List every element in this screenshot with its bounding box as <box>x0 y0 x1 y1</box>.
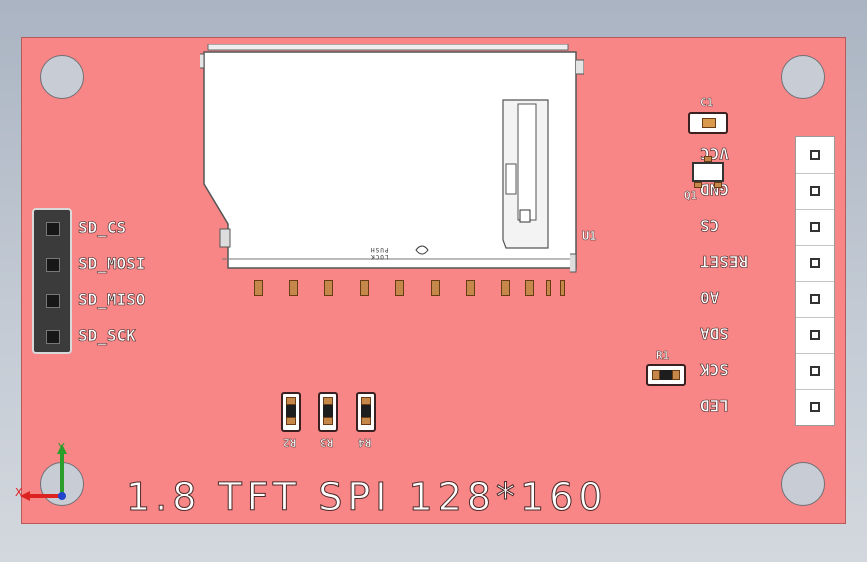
resistor-r2 <box>281 392 301 432</box>
lcd-header-pin <box>810 294 820 304</box>
lcd-header-slot <box>796 391 834 426</box>
sd-label-mosi: SD_MOSI <box>78 254 146 274</box>
socket-pin <box>431 280 440 296</box>
lcd-header-slot <box>796 283 834 318</box>
capacitor-c1 <box>688 112 728 134</box>
lcd-header-pin <box>810 186 820 196</box>
mounting-hole-bottom-right <box>781 462 825 506</box>
sd-header-pin <box>46 222 60 236</box>
lcd-header-pin <box>810 150 820 160</box>
socket-pin <box>546 280 551 296</box>
lcd-header-slot <box>796 139 834 174</box>
socket-pin <box>525 280 534 296</box>
lcd-label-vcc: VCC <box>700 144 730 164</box>
resistor-body <box>323 405 333 417</box>
lcd-header-slot <box>796 319 834 354</box>
lcd-header-slot <box>796 211 834 246</box>
resistor-body <box>660 370 672 380</box>
sd-label-cs: SD_CS <box>78 218 127 238</box>
lcd-header-slot <box>796 247 834 282</box>
lcd-label-sda: SDA <box>700 324 730 344</box>
z-axis-dot <box>58 492 66 500</box>
socket-pin <box>360 280 369 296</box>
socket-pin <box>560 280 565 296</box>
resistor-pad <box>672 370 680 380</box>
lcd-header-slot <box>796 175 834 210</box>
lcd-header-pin <box>810 258 820 268</box>
sd-label-miso: SD_MISO <box>78 290 146 310</box>
transistor-pad <box>714 182 722 188</box>
ref-r4: R4 <box>358 436 372 449</box>
resistor-pad <box>361 417 371 425</box>
ref-u1: U1 <box>582 229 597 243</box>
ref-c1: C1 <box>700 96 714 109</box>
capacitor-pad <box>702 118 716 128</box>
transistor-body <box>692 162 724 182</box>
lcd-header-pin <box>810 330 820 340</box>
resistor-pad <box>286 417 296 425</box>
resistor-pad <box>286 397 296 405</box>
mounting-hole-top-left <box>40 55 84 99</box>
lcd-label-sck: SCK <box>700 360 730 380</box>
socket-lock-label: LOCK PUSH <box>370 246 389 260</box>
socket-pin <box>466 280 475 296</box>
sd-pin-header <box>32 208 72 354</box>
sd-header-pin <box>46 258 60 272</box>
resistor-r3 <box>318 392 338 432</box>
lcd-header-pin <box>810 366 820 376</box>
lcd-header-slot <box>796 355 834 390</box>
axis-triad <box>20 444 67 501</box>
resistor-pad <box>652 370 660 380</box>
lcd-label-cs: CS <box>700 216 720 236</box>
socket-pin <box>501 280 510 296</box>
resistor-pad <box>323 417 333 425</box>
lcd-header-pin <box>810 402 820 412</box>
resistor-r1 <box>646 364 686 386</box>
socket-pin <box>289 280 298 296</box>
board-title: 1.8 TFT SPI 128*160 <box>126 475 608 520</box>
sd-card-socket <box>200 43 585 284</box>
sd-label-sck: SD_SCK <box>78 326 136 346</box>
socket-pin <box>254 280 263 296</box>
resistor-body <box>286 405 296 417</box>
lcd-label-a0: A0 <box>700 288 720 308</box>
axis-label-y: Y <box>58 441 65 454</box>
resistor-r4 <box>356 392 376 432</box>
sd-header-pin <box>46 330 60 344</box>
lcd-header-pin <box>810 222 820 232</box>
lcd-pin-header <box>795 136 835 426</box>
ref-r2: R2 <box>283 436 297 449</box>
transistor-pad <box>694 182 702 188</box>
axis-label-x: X <box>15 486 23 499</box>
sd-socket-drawing <box>200 43 585 273</box>
socket-pin <box>395 280 404 296</box>
resistor-body <box>361 405 371 417</box>
transistor-q1 <box>688 156 728 188</box>
lcd-label-reset: RESET <box>700 252 749 272</box>
ref-q1: Q1 <box>684 189 698 202</box>
sd-header-pin <box>46 294 60 308</box>
resistor-pad <box>361 397 371 405</box>
ref-r1: R1 <box>656 349 670 362</box>
socket-pin <box>324 280 333 296</box>
ref-r3: R3 <box>320 436 334 449</box>
resistor-pad <box>323 397 333 405</box>
lcd-label-led: LED <box>700 396 730 416</box>
mounting-hole-top-right <box>781 55 825 99</box>
